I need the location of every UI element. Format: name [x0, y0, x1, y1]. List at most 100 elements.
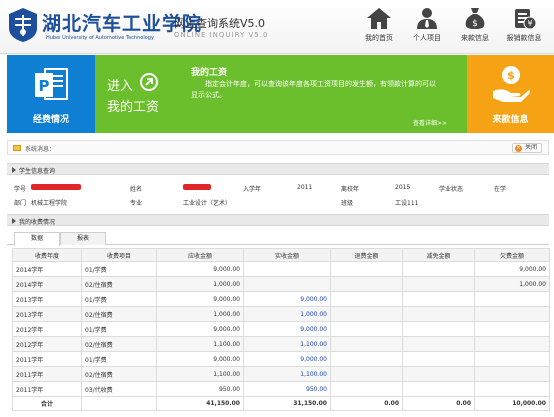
- app-header: 湖北汽车工业学院 Hubei University of Automotive …: [0, 0, 554, 54]
- svg-text:$: $: [507, 69, 515, 82]
- table-cell: 01/学费: [81, 291, 157, 307]
- view-tabs: 数据 报表: [7, 232, 549, 246]
- table-cell: 02/住宿费: [81, 336, 157, 352]
- my-salary-label: 我的工资: [107, 100, 160, 115]
- table-cell: [330, 351, 403, 367]
- enroll-year-value: 2011: [297, 184, 313, 191]
- total-cell: 41,150.00: [156, 396, 244, 411]
- tab-report[interactable]: 报表: [60, 232, 106, 245]
- table-row[interactable]: 2012学年 01/学费 9,000.00 9,000.00: [12, 321, 550, 337]
- table-cell: [330, 261, 403, 277]
- table-row[interactable]: 2011学年 02/住宿费 1,100.00 1,100.00: [12, 366, 550, 382]
- total-row: 合计 41,150.00 31,150.00 0.00 0.00 10,000.00: [12, 396, 550, 411]
- department-label: 部门: [14, 200, 27, 207]
- nav-personal-projects[interactable]: 个人项目: [404, 6, 450, 50]
- person-icon: [417, 8, 437, 29]
- table-cell: 01/学费: [81, 351, 157, 367]
- status-label: 学业状态: [439, 186, 464, 193]
- column-header[interactable]: 收费项目: [81, 248, 157, 262]
- table-cell: [330, 306, 403, 322]
- system-title: 网上查询系统V5.0: [174, 17, 266, 30]
- column-header[interactable]: 实收金额: [243, 248, 331, 262]
- notice-title: 我的工资: [191, 68, 228, 78]
- hand-money-icon: $: [493, 66, 530, 102]
- table-row[interactable]: 2013学年 02/住宿费 1,000.00 1,000.00: [12, 306, 550, 322]
- table-row[interactable]: 2013学年 01/学费 9,000.00 9,000.00: [12, 291, 550, 307]
- column-header[interactable]: 欠费金额: [474, 248, 550, 262]
- table-cell: 2014学年: [12, 261, 82, 277]
- table-cell: [243, 261, 331, 277]
- notice-text: 指定会计年度，可以查询该年度各项工资项目的发生额，有领款计算的可以显示公式。: [191, 80, 436, 99]
- school-name-en: Hubei University of Automotive Technolog…: [46, 35, 154, 41]
- banner: P 经费情况 进入 我的工资 我的工资 指定会计年度，可以查询该年度各项工资项目…: [0, 55, 554, 133]
- column-header[interactable]: 减免金额: [402, 248, 475, 262]
- table-cell: 9,000.00: [474, 261, 550, 277]
- nav-incoming-funds[interactable]: $ 来款信息: [452, 6, 498, 50]
- column-header[interactable]: 收费年度: [12, 248, 82, 262]
- table-cell: [474, 321, 550, 337]
- total-cell: 合计: [12, 396, 82, 411]
- student-info-panel: 学号 姓名 入学年 2011 离校年 2015 学业状态 在学 部门 机械工程学…: [7, 178, 549, 212]
- student-info-title: 学生信息查询: [19, 168, 56, 175]
- department-value: 机械工程学院: [31, 200, 68, 207]
- nav-reimbursement-label: 报销款信息: [506, 34, 542, 42]
- total-cell: 31,150.00: [243, 396, 331, 411]
- table-cell: 950.00: [156, 381, 244, 397]
- svg-text:P: P: [39, 77, 50, 95]
- incoming-funds-tile[interactable]: $ 来款信息: [467, 55, 554, 133]
- redacted-name: [183, 184, 211, 190]
- tab-data[interactable]: 数据: [14, 232, 60, 246]
- column-header[interactable]: 应收金额: [156, 248, 244, 262]
- table-cell: 9,000.00: [243, 291, 331, 307]
- table-cell: 1,100.00: [243, 336, 331, 352]
- arrow-right-icon: [140, 73, 158, 91]
- table-cell: [474, 351, 550, 367]
- table-cell: [402, 306, 475, 322]
- triangle-right-icon: [12, 167, 16, 173]
- message-bar: 系统消息： × 关闭: [7, 140, 549, 155]
- system-title-en: ONLINE INQUIRY V5.0: [174, 31, 269, 39]
- table-cell: [402, 366, 475, 382]
- view-details-link[interactable]: 查看详细>>: [413, 118, 447, 127]
- enroll-year-label: 入学年: [243, 186, 262, 193]
- table-row[interactable]: 2011学年 01/学费 9,000.00 9,000.00: [12, 351, 550, 367]
- table-cell: 1,100.00: [243, 366, 331, 382]
- class-label: 班级: [341, 200, 354, 207]
- table-cell: [330, 321, 403, 337]
- message-bar-text: 系统消息：: [25, 146, 56, 153]
- major-value: 工业设计（艺术）: [183, 200, 232, 207]
- table-cell: 02/住宿费: [81, 306, 157, 322]
- student-id-label: 学号: [14, 186, 27, 193]
- home-icon: [367, 8, 391, 29]
- table-cell: [474, 366, 550, 382]
- total-cell: [81, 396, 157, 411]
- graduate-year-label: 离校年: [341, 186, 360, 193]
- funding-tile-label: 经费情况: [32, 115, 69, 125]
- table-cell: 2011学年: [12, 351, 82, 367]
- table-header-row: 收费年度 收费项目 应收金额 实收金额 退费金额 减免金额 欠费金额: [12, 248, 550, 262]
- presentation-icon: P: [35, 68, 68, 100]
- my-salary-tile[interactable]: 进入 我的工资 我的工资 指定会计年度，可以查询该年度各项工资项目的发生额，有领…: [95, 55, 467, 133]
- table-row[interactable]: 2012学年 02/住宿费 1,100.00 1,100.00: [12, 336, 550, 352]
- funding-tile[interactable]: P 经费情况: [7, 55, 95, 133]
- close-button[interactable]: × 关闭: [511, 143, 542, 153]
- table-cell: 01/学费: [81, 261, 157, 277]
- table-cell: 9,000.00: [156, 321, 244, 337]
- table-cell: 2014学年: [12, 276, 82, 292]
- table-cell: [402, 351, 475, 367]
- nav-home-label: 我的首页: [365, 34, 393, 42]
- table-row[interactable]: 2014学年 02/住宿费 1,000.00 1,000.00: [12, 276, 550, 292]
- table-cell: [402, 381, 475, 397]
- column-header[interactable]: 退费金额: [330, 248, 403, 262]
- table-cell: [402, 291, 475, 307]
- table-cell: 1,000.00: [156, 306, 244, 322]
- table-cell: 2012学年: [12, 321, 82, 337]
- table-cell: 1,000.00: [243, 306, 331, 322]
- table-row[interactable]: 2011学年 03/代收费 950.00 950.00: [12, 381, 550, 397]
- nav-home[interactable]: 我的首页: [356, 6, 402, 50]
- nav-reimbursement[interactable]: ¥ 报销款信息: [501, 6, 547, 50]
- fees-header: 我的收费情况: [7, 214, 549, 226]
- table-cell: [402, 336, 475, 352]
- table-cell: 950.00: [243, 381, 331, 397]
- table-row[interactable]: 2014学年 01/学费 9,000.00 9,000.00: [12, 261, 550, 277]
